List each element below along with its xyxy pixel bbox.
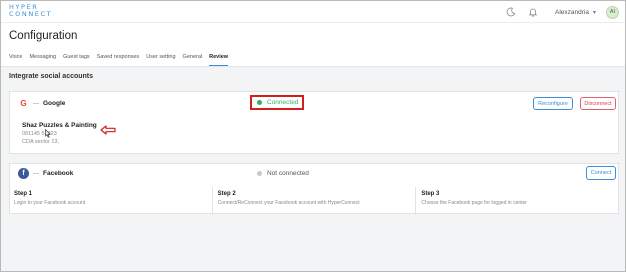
reconfigure-button[interactable]: Reconfigure [533, 97, 573, 110]
tab-messaging[interactable]: Messaging [29, 52, 56, 66]
disconnect-button[interactable]: Disconnect [580, 97, 616, 110]
google-integration-card: G Google Connected Reconfigure Disconnec… [9, 91, 619, 154]
provider-separator [33, 103, 39, 104]
facebook-status: Not connected [257, 170, 309, 177]
bell-icon[interactable] [525, 4, 541, 20]
tab-bar: Voice Messaging Guest tags Saved respons… [9, 52, 235, 66]
page-header: Configuration Voice Messaging Guest tags… [1, 23, 625, 67]
step-2: Step 2 Connect/ReConnect your Facebook a… [211, 187, 416, 215]
step-title: Step 2 [217, 191, 236, 197]
facebook-status-text: Not connected [267, 170, 309, 177]
provider-separator [33, 173, 39, 174]
app-window: HYPER CONNECT Alexzandria ▾ AI Configura… [0, 0, 626, 272]
tab-saved-responses[interactable]: Saved responses [97, 52, 140, 66]
moon-icon[interactable] [503, 4, 519, 20]
tab-general[interactable]: General [183, 52, 203, 66]
top-bar: HYPER CONNECT Alexzandria ▾ AI [1, 1, 625, 23]
page-title: Configuration [9, 30, 78, 42]
google-icon: G [20, 99, 27, 108]
step-title: Step 3 [421, 191, 440, 197]
facebook-name: Facebook [43, 170, 74, 177]
hyperconnect-logo[interactable]: HYPER CONNECT [9, 4, 59, 20]
google-name: Google [43, 100, 66, 107]
status-dot [257, 171, 262, 176]
step-desc: Connect/ReConnect your Facebook account … [217, 200, 360, 206]
tab-review[interactable]: Review [209, 52, 229, 66]
tab-voice[interactable]: Voice [9, 52, 22, 66]
avatar[interactable]: AI [606, 5, 619, 19]
chevron-down-icon[interactable]: ▾ [593, 9, 596, 16]
google-business-info: Shaz Puzzles & Painting 091145 51323 CDA… [22, 122, 97, 145]
google-status: Connected [257, 99, 298, 106]
status-dot [257, 100, 262, 105]
left-arrow-annotation-icon [100, 125, 116, 135]
section-title: Integrate social accounts [9, 73, 94, 80]
step-desc: Choose the Facebook page for logged in c… [421, 200, 527, 206]
connect-button[interactable]: Connect [586, 166, 616, 180]
mouse-cursor-icon [45, 129, 51, 138]
facebook-icon: f [18, 168, 29, 179]
step-1: Step 1 Login to your Facebook account [9, 187, 212, 215]
step-desc: Login to your Facebook account [14, 200, 86, 206]
step-title: Step 1 [14, 191, 33, 197]
google-status-text: Connected [267, 99, 299, 106]
topbar-right: Alexzandria ▾ AI [503, 4, 619, 20]
facebook-steps: Step 1 Login to your Facebook account St… [9, 187, 619, 215]
google-provider: G Google [18, 98, 65, 109]
facebook-provider: f Facebook [18, 168, 73, 179]
logo-line2: CONNECT [9, 10, 53, 18]
business-name: Shaz Puzzles & Painting [22, 122, 97, 129]
user-name[interactable]: Alexzandria [555, 9, 589, 16]
business-phone: 091145 51323 [22, 131, 57, 137]
step-3: Step 3 Choose the Facebook page for logg… [415, 187, 619, 215]
business-address: CDA sector 13, [22, 139, 59, 145]
tab-user-setting[interactable]: User setting [146, 52, 175, 66]
tab-guest-tags[interactable]: Guest tags [63, 52, 90, 66]
